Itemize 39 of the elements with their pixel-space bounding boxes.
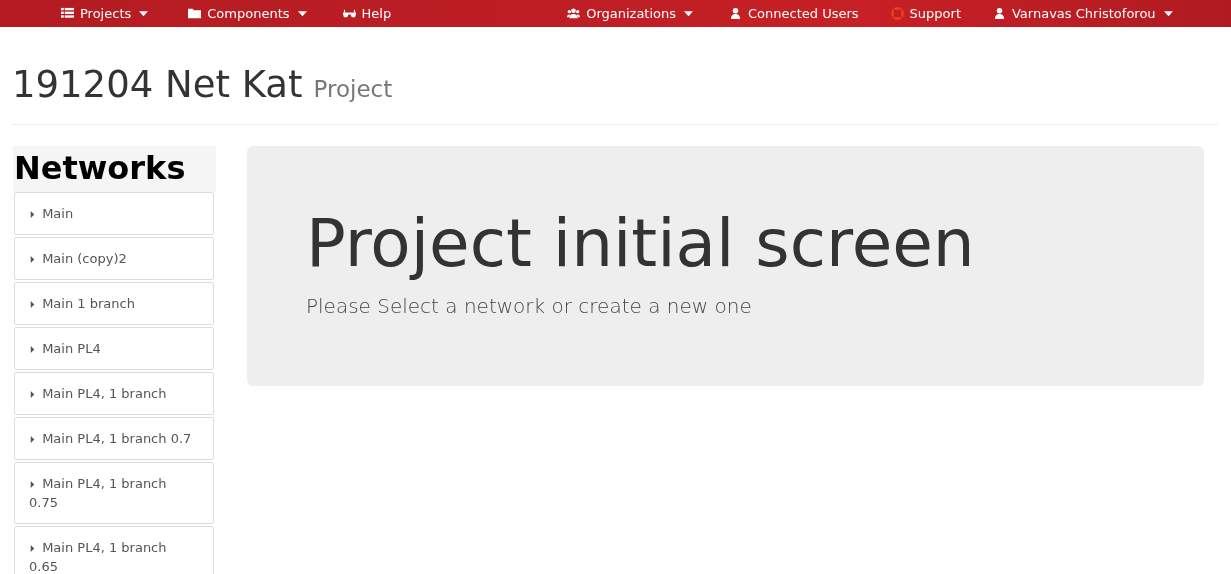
jumbotron-heading: Project initial screen: [306, 207, 976, 281]
network-item[interactable]: Main: [14, 191, 214, 235]
network-item[interactable]: Main 1 branch: [14, 281, 214, 325]
nav-link[interactable]: Connected Users: [729, 2, 859, 25]
caret-icon: [684, 9, 694, 18]
list-icon: [61, 7, 74, 20]
caret-icon: [1163, 9, 1173, 18]
caret-right-icon: [29, 210, 36, 218]
network-item[interactable]: Main (copy)2: [14, 236, 214, 280]
caret-right-icon: [29, 255, 36, 263]
page-subtitle: Project: [313, 76, 393, 102]
users-icon: [567, 7, 581, 20]
network-item[interactable]: Main PL4, 1 branch: [14, 371, 214, 415]
nav-dropdown[interactable]: Varnavas Christoforou: [993, 2, 1173, 25]
user-icon: [993, 7, 1006, 20]
nav-dropdown[interactable]: Components: [188, 2, 307, 25]
nav-link[interactable]: Help: [342, 2, 392, 25]
nav-link[interactable]: Support: [890, 2, 961, 25]
network-item[interactable]: Main PL4, 1 branch 0.65: [14, 525, 214, 574]
user-icon: [729, 7, 743, 20]
network-item[interactable]: Main PL4, 1 branch 0.75: [14, 461, 214, 524]
sidebar-title: Networks: [13, 145, 216, 192]
caret-icon: [139, 9, 149, 18]
glasses-icon: [342, 7, 356, 20]
caret-right-icon: [29, 345, 36, 353]
nav-dropdown[interactable]: Projects: [61, 2, 149, 25]
folder-icon: [188, 7, 202, 20]
network-item[interactable]: Main PL4, 1 branch 0.7: [14, 416, 214, 460]
caret-right-icon: [29, 435, 36, 443]
caret-right-icon: [29, 480, 36, 488]
caret-right-icon: [29, 300, 36, 308]
network-item[interactable]: Main PL4: [14, 326, 214, 370]
page-title: 191204 Net Kat: [12, 65, 303, 106]
caret-icon: [297, 9, 307, 18]
jumbotron-text: Please Select a network or create a new one: [306, 294, 753, 319]
life-ring-icon: [890, 7, 904, 20]
nav-dropdown[interactable]: Organizations: [567, 2, 694, 25]
caret-right-icon: [29, 544, 36, 552]
caret-right-icon: [29, 390, 36, 398]
